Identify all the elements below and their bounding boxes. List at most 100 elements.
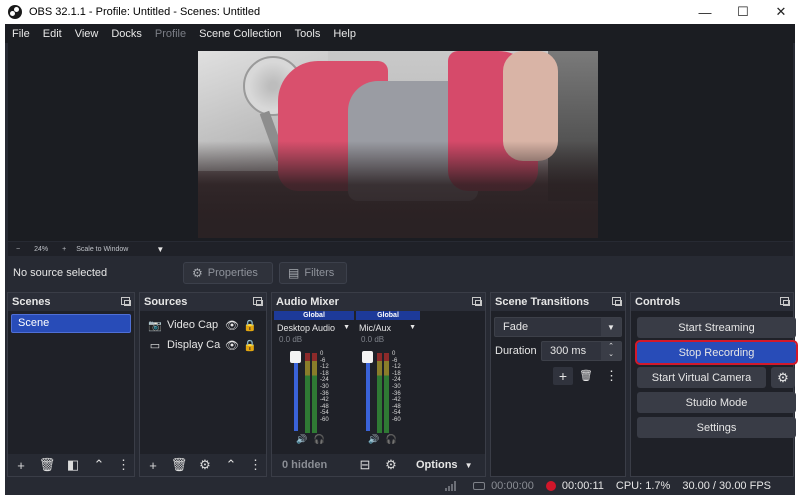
visibility-eye-icon[interactable]: 👁 [225, 339, 239, 352]
network-signal-icon [445, 481, 459, 491]
audio-mixer-dock: Audio Mixer Global Desktop Audio ▼ 0.0 d… [271, 292, 486, 477]
zoom-in-button[interactable]: + [62, 246, 66, 253]
transition-more-icon[interactable]: ⋮ [605, 367, 618, 385]
scale-mode[interactable]: Scale to Window [76, 246, 128, 253]
scene-filters-button[interactable]: ◧ [60, 457, 86, 473]
more-icon[interactable]: ⋮ [117, 457, 130, 473]
lock-icon[interactable]: 🔒 [243, 319, 257, 332]
duration-label: Duration [495, 345, 537, 357]
start-streaming-button[interactable]: Start Streaming [637, 317, 796, 338]
visibility-eye-icon[interactable]: 👁 [225, 319, 239, 332]
maximize-button[interactable]: ☐ [724, 0, 762, 24]
remove-source-button[interactable]: 🗑 [166, 457, 192, 473]
zoom-out-button[interactable]: − [16, 246, 20, 253]
headphone-monitor-icon[interactable]: 🎧 [314, 434, 325, 444]
audio-mixer-title: Audio Mixer [276, 296, 339, 308]
minimize-button[interactable]: — [686, 0, 724, 24]
no-source-label: No source selected [13, 267, 108, 279]
hidden-count[interactable]: 0 hidden [282, 459, 352, 471]
undock-icon[interactable] [121, 297, 131, 306]
move-scene-up-button[interactable]: ⌃ [86, 457, 112, 473]
options-label: Options [416, 459, 458, 471]
volume-fader-track[interactable] [294, 355, 298, 431]
speaker-icon[interactable]: 🔊 [296, 434, 307, 444]
main-area: − 24% + Scale to Window ▼ No source sele… [5, 43, 798, 495]
chevron-down-icon: ▼ [343, 324, 350, 331]
remove-transition-button[interactable]: 🗑 [579, 367, 593, 385]
stream-time: 00:00:00 [491, 480, 534, 492]
close-button[interactable]: ✕ [762, 0, 800, 24]
volume-fader-track[interactable] [366, 355, 370, 431]
properties-button[interactable]: ⚙ Properties [183, 262, 273, 284]
move-source-up-button[interactable]: ⌃ [218, 457, 244, 473]
chevron-down-icon: ▼ [464, 461, 473, 470]
sources-dock: Sources 📷 Video Cap 👁 🔒 ▭ Display Ca 👁 🔒… [139, 292, 267, 477]
undock-icon[interactable] [612, 297, 622, 306]
transition-type-select[interactable]: Fade ▼ [494, 317, 622, 337]
menu-docks[interactable]: Docks [111, 28, 142, 40]
scale-dropdown-icon[interactable]: ▼ [156, 245, 164, 254]
global-badge: Global [356, 311, 420, 320]
scene-transitions-dock: Scene Transitions Fade ▼ Duration 300 ms… [490, 292, 626, 477]
audio-strip-mic: Global Mic/Aux ▼ 0.0 dB 0 -6 -12 -18 -24 -30-… [356, 311, 420, 444]
more-icon[interactable]: ⋮ [249, 457, 262, 473]
options-button[interactable]: Options ▼ [416, 459, 473, 471]
menu-scene-collection[interactable]: Scene Collection [199, 28, 282, 40]
cpu-usage: CPU: 1.7% [615, 480, 671, 492]
source-name: Video Cap [167, 319, 219, 331]
advanced-audio-button[interactable]: ⚙ [378, 457, 404, 473]
global-badge: Global [274, 311, 354, 320]
virtual-camera-settings-button[interactable]: ⚙ [771, 367, 795, 388]
headphone-monitor-icon[interactable]: 🎧 [386, 434, 397, 444]
record-time: 00:00:11 [561, 480, 604, 492]
sources-title: Sources [144, 296, 188, 308]
source-item-video-capture[interactable]: 📷 Video Cap 👁 🔒 [140, 315, 266, 335]
menu-help[interactable]: Help [333, 28, 356, 40]
undock-icon[interactable] [472, 297, 482, 306]
chevron-down-icon: ▼ [409, 324, 416, 331]
volume-fader-handle[interactable] [290, 351, 301, 363]
remove-scene-button[interactable]: 🗑 [34, 457, 60, 473]
add-source-button[interactable]: + [140, 458, 166, 473]
undock-icon[interactable] [780, 297, 790, 306]
filters-label: Filters [304, 267, 335, 279]
add-scene-button[interactable]: + [8, 458, 34, 473]
settings-button[interactable]: Settings [637, 417, 796, 438]
menu-tools[interactable]: Tools [295, 28, 321, 40]
menu-profile[interactable]: Profile [155, 28, 186, 40]
transitions-title: Scene Transitions [495, 296, 590, 308]
level-meter-right [312, 353, 317, 433]
device-name: Mic/Aux [359, 322, 392, 333]
spin-arrows-icon[interactable]: ⌃ ⌄ [601, 342, 621, 360]
source-properties-button[interactable]: ⚙ [192, 457, 218, 473]
menu-edit[interactable]: Edit [43, 28, 62, 40]
menu-view[interactable]: View [75, 28, 99, 40]
stream-status-icon [473, 482, 486, 490]
properties-label: Properties [207, 267, 258, 279]
speaker-icon[interactable]: 🔊 [368, 434, 379, 444]
scene-item[interactable]: Scene [11, 314, 131, 333]
device-name: Desktop Audio [277, 322, 336, 333]
audio-device-select[interactable]: Mic/Aux ▼ [356, 320, 420, 335]
studio-mode-button[interactable]: Studio Mode [637, 392, 796, 413]
lock-icon[interactable]: 🔒 [243, 339, 257, 352]
menu-file[interactable]: File [12, 28, 30, 40]
volume-fader-handle[interactable] [362, 351, 373, 363]
undock-icon[interactable] [253, 297, 263, 306]
duration-value: 300 ms [550, 345, 587, 357]
duration-spinbox[interactable]: 300 ms ⌃ ⌄ [541, 341, 622, 361]
preview-area[interactable] [8, 43, 793, 241]
start-virtual-camera-button[interactable]: Start Virtual Camera [637, 367, 766, 388]
camera-icon: 📷 [148, 319, 162, 332]
recording-dot-icon [545, 481, 556, 491]
mixer-layout-button[interactable]: ⊟ [352, 457, 378, 473]
controls-dock: Controls Start Streaming Stop Recording … [630, 292, 798, 477]
add-transition-button[interactable]: + [553, 367, 573, 385]
stop-recording-button[interactable]: Stop Recording [635, 340, 798, 365]
filters-button[interactable]: ▤ Filters [279, 262, 347, 284]
audio-strip-desktop: Global Desktop Audio ▼ 0.0 dB 0 -6 -12 -18-… [274, 311, 354, 444]
audio-device-select[interactable]: Desktop Audio ▼ [274, 320, 354, 335]
video-preview[interactable] [198, 51, 598, 238]
source-item-display-capture[interactable]: ▭ Display Ca 👁 🔒 [140, 335, 266, 355]
scenes-title: Scenes [12, 296, 51, 308]
